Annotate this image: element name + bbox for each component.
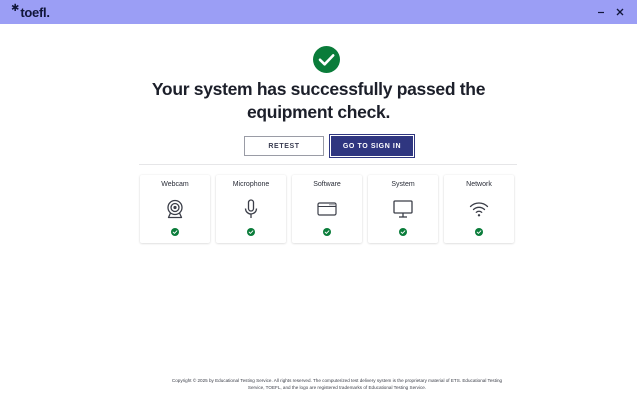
check-card-label: Microphone (232, 181, 270, 188)
check-circle-icon (247, 228, 255, 236)
check-card-label: Software (313, 181, 341, 188)
close-icon (616, 8, 624, 16)
check-circle-icon (313, 46, 340, 73)
headline-line-1: Your system has successfully passed the (151, 79, 486, 99)
wifi-icon (469, 202, 489, 217)
browser-window-icon (317, 202, 337, 216)
check-card-software: Software (292, 175, 362, 243)
section-divider (139, 164, 517, 165)
check-card-label: System (391, 181, 415, 188)
logo-star-icon: ✱ (11, 3, 20, 14)
check-circle-icon (475, 228, 483, 236)
check-card-network: Network (444, 175, 514, 243)
footer-line-1: Copyright © 2025 by Educational Testing … (171, 378, 503, 383)
retest-button[interactable]: RETEST (244, 136, 324, 156)
check-card-label: Network (466, 181, 492, 188)
minimize-icon (598, 11, 604, 14)
check-circle-icon (323, 228, 331, 236)
microphone-icon (244, 199, 258, 218)
go-to-sign-in-button[interactable]: GO TO SIGN IN (331, 136, 413, 156)
toefl-logo: ✱ toefl. (11, 3, 50, 21)
check-card-label: Webcam (161, 181, 189, 188)
minimize-button[interactable] (592, 3, 610, 21)
check-card-system: System (368, 175, 438, 243)
page-headline: Your system has successfully passed the … (150, 78, 487, 124)
title-bar: ✱ toefl. (0, 0, 637, 24)
copyright-footer: Copyright © 2025 by Educational Testing … (160, 377, 514, 391)
close-button[interactable] (611, 3, 629, 21)
footer-line-2: Service, TOEFL, and the logo are registe… (247, 385, 427, 390)
monitor-icon (393, 200, 413, 218)
webcam-icon (167, 199, 183, 219)
check-circle-icon (171, 228, 179, 236)
check-card-webcam: Webcam (140, 175, 210, 243)
check-card-microphone: Microphone (216, 175, 286, 243)
check-circle-icon (399, 228, 407, 236)
headline-line-2: equipment check. (246, 102, 391, 122)
logo-wordmark: toefl. (20, 4, 50, 20)
